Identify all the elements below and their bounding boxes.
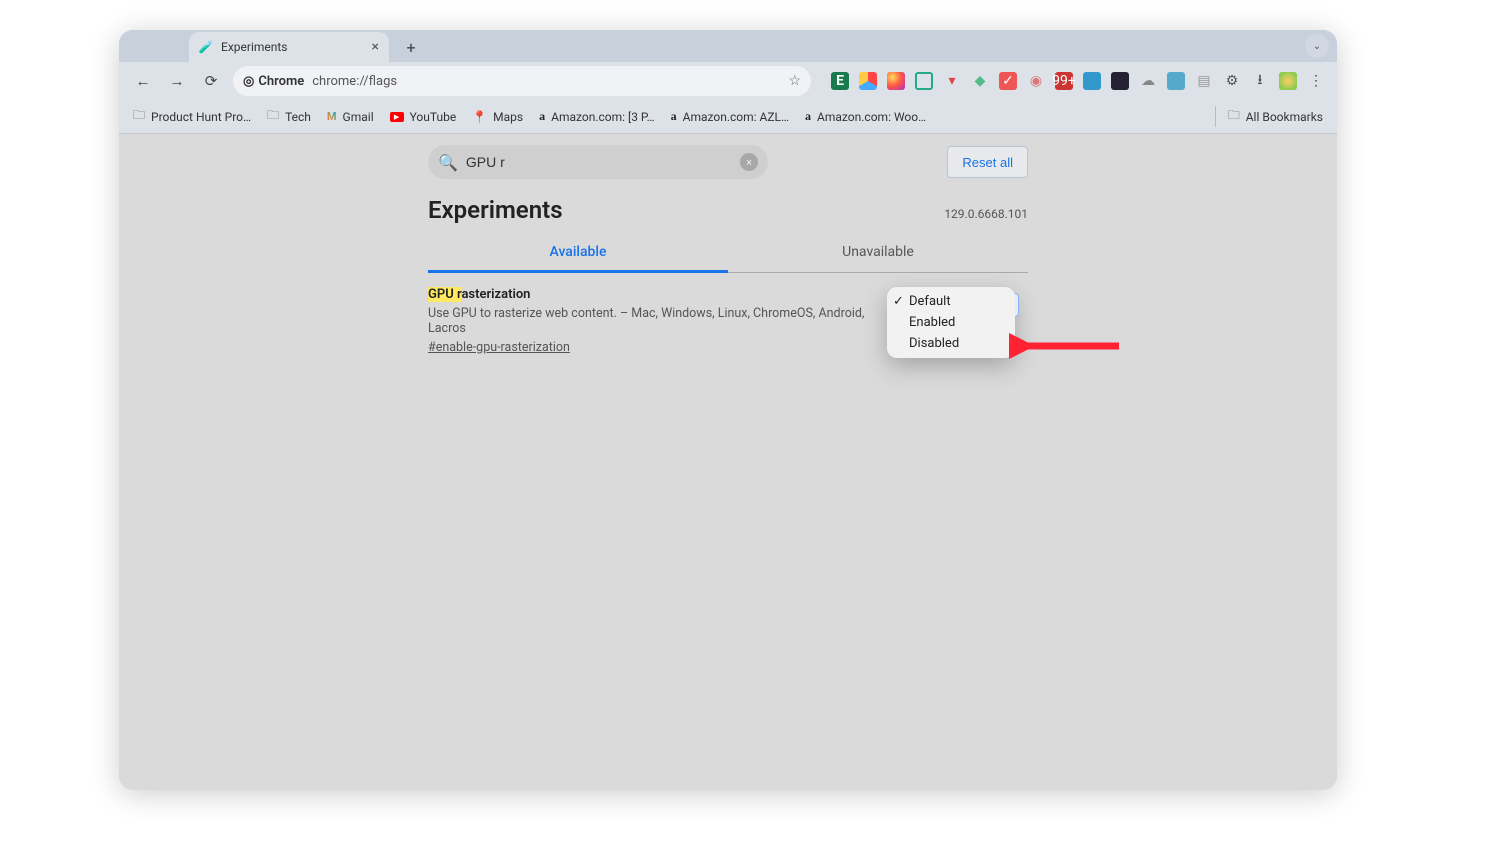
- extension-icon-square[interactable]: [1167, 72, 1185, 90]
- bookmark-label: Amazon.com: [3 P…: [551, 110, 655, 124]
- bookmark-label: Maps: [493, 110, 523, 124]
- folder-icon: [133, 106, 145, 127]
- extension-icon-99plus[interactable]: 99+: [1055, 72, 1073, 90]
- browser-tab[interactable]: 🧪 Experiments ×: [189, 32, 389, 62]
- dropdown-option-disabled[interactable]: Disabled: [887, 333, 1015, 354]
- dropdown-option-enabled[interactable]: Enabled: [887, 312, 1015, 333]
- menu-icon[interactable]: [1307, 72, 1325, 90]
- close-tab-icon[interactable]: ×: [372, 39, 379, 55]
- bookmark-label: Product Hunt Pro…: [151, 110, 251, 124]
- bookmark-item[interactable]: a Amazon.com: Woo…: [805, 109, 926, 124]
- bookmark-item[interactable]: a Amazon.com: AZL…: [671, 109, 789, 124]
- amazon-icon: a: [805, 109, 811, 124]
- folder-icon: [1228, 106, 1240, 127]
- extension-icon-instagram[interactable]: [887, 72, 905, 90]
- flag-dropdown-open[interactable]: Default Enabled Disabled: [887, 287, 1015, 358]
- highlight-text: GPU r: [428, 287, 461, 302]
- extension-icon-pie[interactable]: [859, 72, 877, 90]
- flag-title-rest: asterization: [461, 287, 530, 302]
- downloads-icon[interactable]: ⭳: [1251, 72, 1269, 90]
- maps-icon: 📍: [472, 110, 487, 124]
- tab-title: Experiments: [221, 40, 288, 54]
- amazon-icon: a: [539, 109, 545, 124]
- extension-icons: E ▾ ◆ ✓ ◉ 99+ ☁ ▤ ⚙ ⭳: [821, 72, 1325, 90]
- back-button[interactable]: ←: [131, 69, 155, 93]
- page-content: 🔍 × Reset all Experiments 129.0.6668.101…: [119, 134, 1337, 790]
- bookmark-item[interactable]: M Gmail: [327, 110, 374, 124]
- flags-search-input[interactable]: 🔍 ×: [428, 145, 768, 179]
- bookmark-item[interactable]: Tech: [267, 106, 311, 127]
- chrome-chip: ◎ Chrome: [243, 74, 304, 89]
- extensions-puzzle-icon[interactable]: ⚙: [1223, 72, 1241, 90]
- bookmark-item[interactable]: Product Hunt Pro…: [133, 106, 251, 127]
- flask-icon: 🧪: [199, 40, 213, 54]
- extension-icon-blue-circle[interactable]: [1083, 72, 1101, 90]
- reset-all-button[interactable]: Reset all: [947, 146, 1028, 178]
- dropdown-option-default[interactable]: Default: [887, 291, 1015, 312]
- extension-icon-gray[interactable]: ▤: [1195, 72, 1213, 90]
- bookmarks-bar: Product Hunt Pro… Tech M Gmail ▶ YouTube 📍…: [119, 100, 1337, 134]
- extension-icon-shield[interactable]: ◆: [971, 72, 989, 90]
- browser-window: 🧪 Experiments × + ⌄ ← → ⟳ ◎ Chrome chrom…: [119, 30, 1337, 790]
- bookmark-item[interactable]: a Amazon.com: [3 P…: [539, 109, 655, 124]
- extension-icon-cloud[interactable]: ☁: [1139, 72, 1157, 90]
- bookmark-item[interactable]: ▶ YouTube: [390, 110, 457, 124]
- extension-icon-grammarly[interactable]: [915, 72, 933, 90]
- extension-icon-pocket[interactable]: ▾: [943, 72, 961, 90]
- extension-icon-dark[interactable]: [1111, 72, 1129, 90]
- tabs-overflow-icon[interactable]: ⌄: [1305, 34, 1329, 58]
- flag-item: GPU rasterization Use GPU to rasterize w…: [428, 287, 1028, 355]
- new-tab-button[interactable]: +: [399, 35, 423, 59]
- chrome-icon: ◎: [243, 74, 254, 89]
- page-title: Experiments: [428, 196, 563, 224]
- bookmark-label: Amazon.com: AZL…: [683, 110, 789, 124]
- flag-anchor-link[interactable]: #enable-gpu-rasterization: [428, 340, 570, 355]
- clear-search-icon[interactable]: ×: [740, 153, 758, 171]
- all-bookmarks-label: All Bookmarks: [1246, 110, 1323, 124]
- flags-tabs: Available Unavailable: [428, 234, 1028, 273]
- extension-icon-e[interactable]: E: [831, 72, 849, 90]
- address-bar[interactable]: ◎ Chrome chrome://flags ☆: [233, 66, 811, 96]
- chrome-version: 129.0.6668.101: [944, 207, 1028, 221]
- flag-description: Use GPU to rasterize web content. – Mac,…: [428, 306, 888, 336]
- bookmark-star-icon[interactable]: ☆: [788, 73, 801, 89]
- search-text-field[interactable]: [466, 154, 732, 170]
- bookmark-item[interactable]: 📍 Maps: [472, 110, 523, 124]
- search-row: 🔍 × Reset all: [428, 134, 1028, 190]
- extension-icon-spiral[interactable]: ◉: [1027, 72, 1045, 90]
- bookmark-label: Tech: [285, 110, 311, 124]
- url-text: chrome://flags: [312, 74, 397, 89]
- toolbar: ← → ⟳ ◎ Chrome chrome://flags ☆ E ▾ ◆ ✓ …: [119, 62, 1337, 100]
- chip-label: Chrome: [258, 74, 304, 89]
- profile-avatar-icon[interactable]: [1279, 72, 1297, 90]
- reload-button[interactable]: ⟳: [199, 69, 223, 93]
- gmail-icon: M: [327, 110, 337, 123]
- all-bookmarks-button[interactable]: All Bookmarks: [1215, 106, 1323, 127]
- forward-button[interactable]: →: [165, 69, 189, 93]
- folder-icon: [267, 106, 279, 127]
- tab-unavailable[interactable]: Unavailable: [728, 234, 1028, 272]
- bookmark-label: Gmail: [343, 110, 374, 124]
- extension-icon-todoist[interactable]: ✓: [999, 72, 1017, 90]
- amazon-icon: a: [671, 109, 677, 124]
- tab-available[interactable]: Available: [428, 234, 728, 273]
- bookmark-label: YouTube: [410, 110, 457, 124]
- select-outline: [1015, 293, 1019, 317]
- search-icon: 🔍: [438, 153, 458, 172]
- tab-strip: 🧪 Experiments × + ⌄: [119, 30, 1337, 62]
- bookmark-label: Amazon.com: Woo…: [817, 110, 926, 124]
- youtube-icon: ▶: [390, 112, 404, 122]
